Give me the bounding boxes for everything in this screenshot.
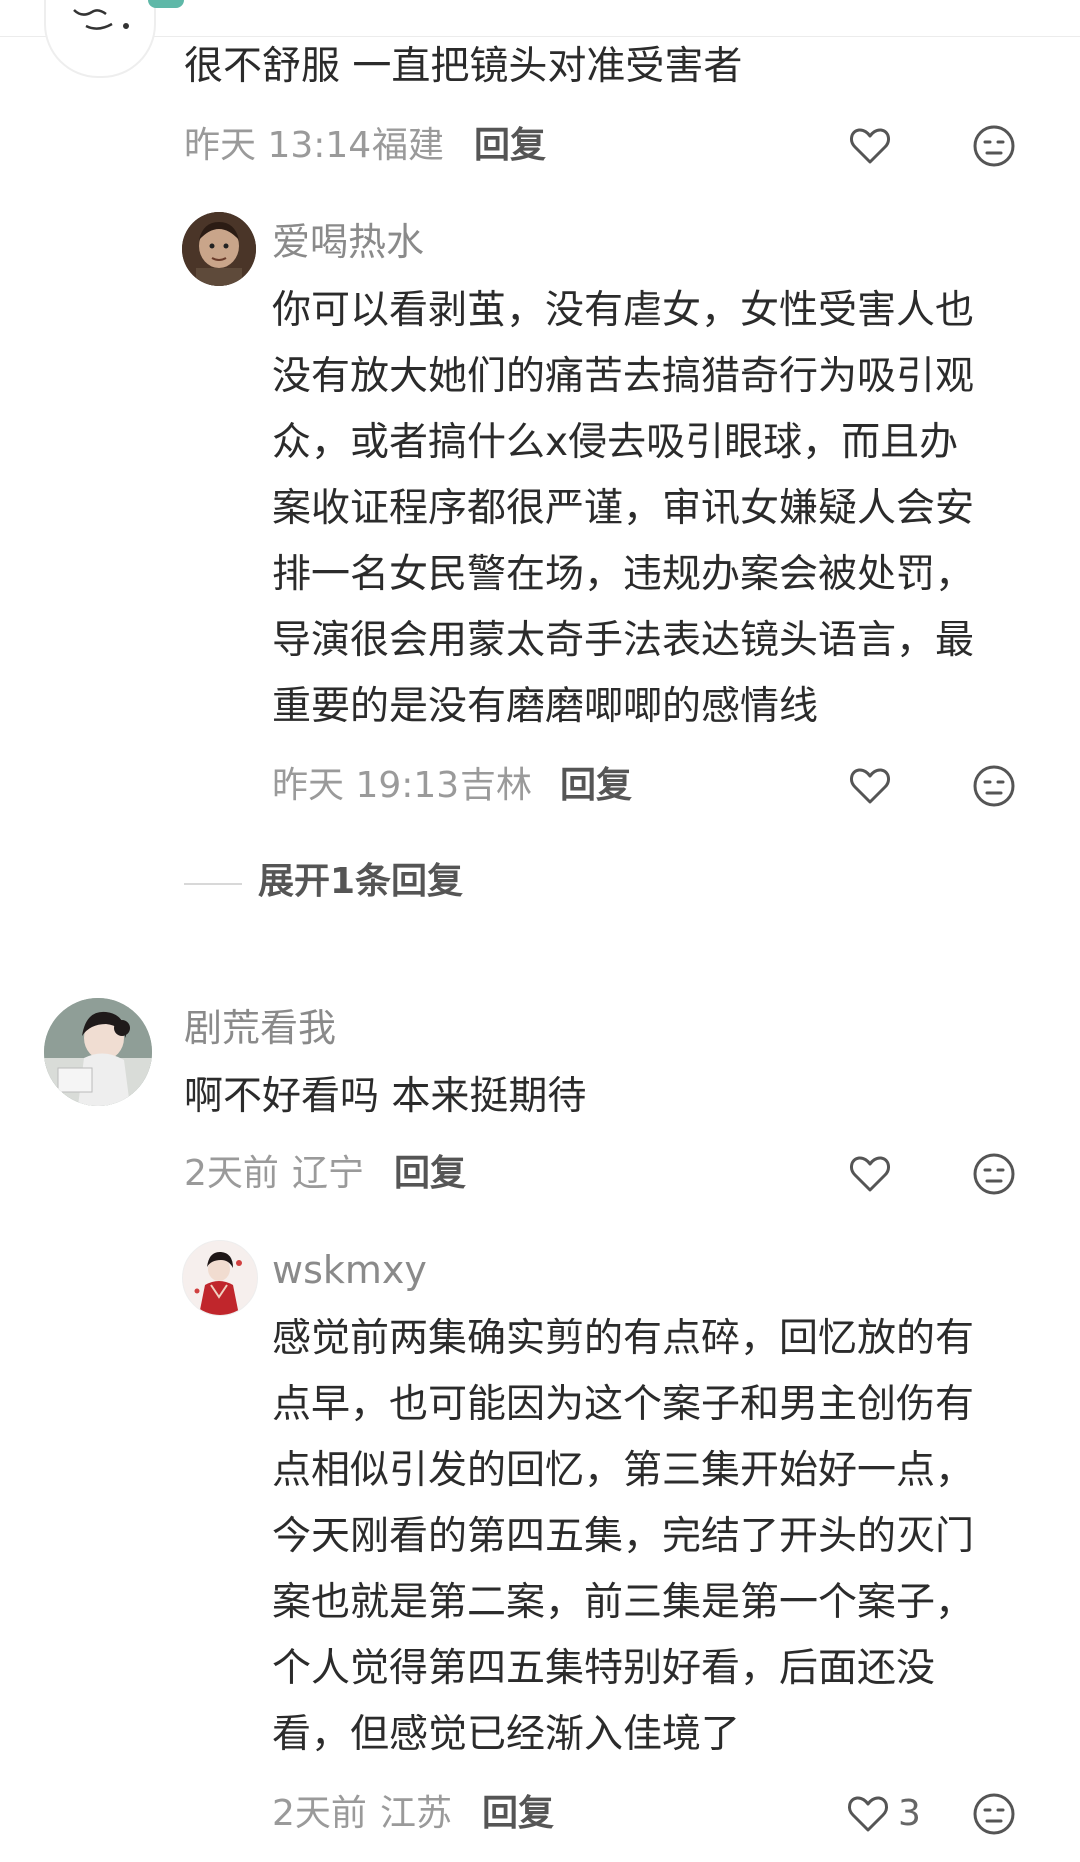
avatar[interactable] [182,1240,258,1316]
reply-text-line: 个人觉得第四五集特别好看，后面还没 [272,1646,936,1691]
avatar[interactable] [44,998,152,1106]
heart-outline-icon [850,128,890,164]
like-button[interactable] [846,122,894,170]
reply-text-line: 案也就是第二案，前三集是第一个案子， [272,1580,975,1625]
expand-replies-button[interactable]: 展开1条回复 [258,858,463,906]
comment-text: 很不舒服 一直把镜头对准受害者 [184,44,743,89]
emoji-face-icon [973,1153,1015,1195]
reply-text-line: 你可以看剥茧，没有虐女，女性受害人也 [272,288,975,333]
reply-text-line: 看，但感觉已经渐入佳境了 [272,1712,741,1757]
like-button[interactable] [846,1150,894,1198]
reply-text-line: 感觉前两集确实剪的有点碎，回忆放的有 [272,1316,975,1361]
reply-text-line: 导演很会用蒙太奇手法表达镜头语言，最 [272,618,975,663]
reply-text-line: 众，或者搞什么x侵去吸引眼球，而且办 [272,420,959,465]
reply-time: 2天前 [272,1793,367,1834]
reply-text-line: 今天刚看的第四五集，完结了开头的灭门 [272,1514,975,1559]
react-button[interactable] [970,1790,1018,1838]
comment-time: 2天前 [184,1153,279,1194]
heart-outline-icon [850,1156,890,1192]
reply-text-line: 点早，也可能因为这个案子和男主创伤有 [272,1382,975,1427]
username[interactable]: 爱喝热水 [272,218,424,266]
comment-text: 啊不好看吗 本来挺期待 [184,1074,587,1119]
comment-time: 昨天 13:14 [184,125,372,166]
like-count: 3 [898,1793,921,1834]
reply-location: 吉林 [460,765,533,806]
reply-button[interactable]: 回复 [394,1150,466,1198]
heart-outline-icon [850,768,890,804]
reply-button[interactable]: 回复 [560,762,632,810]
avatar-partial-top [148,0,184,8]
username[interactable]: 剧荒看我 [184,1004,336,1052]
reply-text-line: 排一名女民警在场，违规办案会被处罚， [272,552,975,597]
reply-location: 江苏 [380,1793,453,1834]
username[interactable]: wskmxy [272,1246,427,1294]
react-button[interactable] [970,762,1018,810]
like-button[interactable] [846,762,894,810]
comment-location: 辽宁 [292,1153,365,1194]
comment-location: 福建 [372,125,445,166]
reply-text-line: 点相似引发的回忆，第三集开始好一点， [272,1448,975,1493]
reply-button[interactable]: 回复 [474,122,546,170]
reply-button[interactable]: 回复 [482,1790,554,1838]
avatar[interactable] [44,0,156,78]
react-button[interactable] [970,122,1018,170]
reply-text-line: 重要的是没有磨磨唧唧的感情线 [272,684,819,729]
reply-time: 昨天 19:13 [272,765,460,806]
reply-text-line: 没有放大她们的痛苦去搞猎奇行为吸引观 [272,354,975,399]
emoji-face-icon [973,125,1015,167]
like-button[interactable] [844,1790,892,1838]
heart-outline-icon [848,1796,888,1832]
emoji-face-icon [973,765,1015,807]
reply-text-line: 案收证程序都很严谨，审讯女嫌疑人会安 [272,486,975,531]
react-button[interactable] [970,1150,1018,1198]
expand-divider [184,883,242,885]
emoji-face-icon [973,1793,1015,1835]
avatar[interactable] [182,212,256,286]
